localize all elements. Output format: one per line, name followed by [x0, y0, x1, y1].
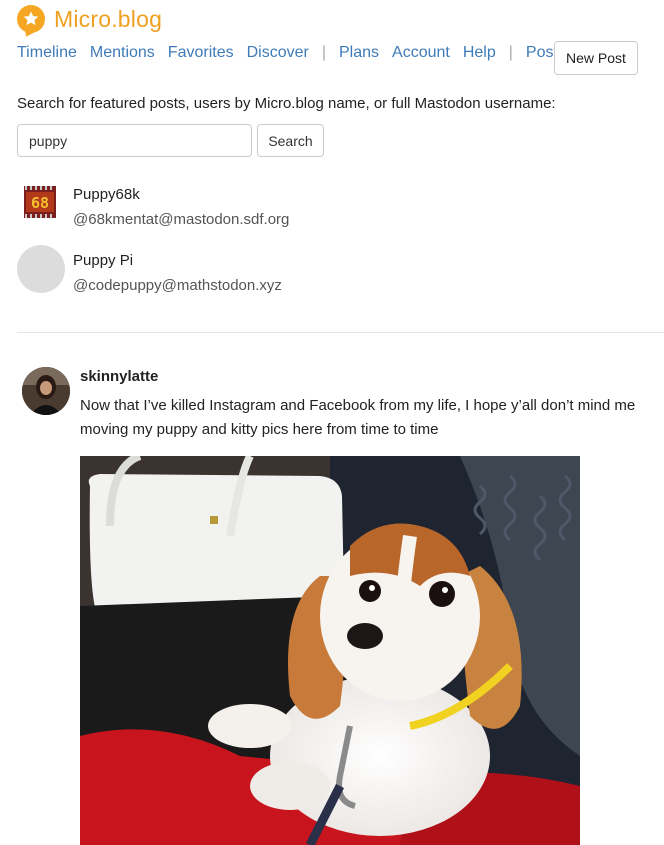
nav-separator: |	[321, 44, 326, 61]
result-name: Puppy68k	[73, 186, 140, 203]
post-text: Now that I’ve killed Instagram and Faceb…	[80, 397, 636, 438]
app-logo[interactable]: Micro.blog	[17, 5, 162, 33]
nav-plans[interactable]: Plans	[339, 44, 379, 62]
result-name: Puppy Pi	[73, 252, 134, 269]
nav-favorites[interactable]: Favorites	[168, 44, 234, 62]
result-handle: @68kmentat@mastodon.sdf.org	[73, 211, 290, 228]
main-nav: Timeline Mentions Favorites Discover | P…	[17, 44, 579, 62]
avatar: 68	[21, 186, 59, 218]
nav-timeline[interactable]: Timeline	[17, 44, 77, 62]
search-input[interactable]	[17, 124, 252, 157]
post-username[interactable]: skinnylatte	[80, 368, 158, 385]
search-prompt: Search for featured posts, users by Micr…	[17, 95, 556, 112]
app-title: Micro.blog	[54, 5, 163, 32]
star-logo-icon	[17, 5, 45, 33]
avatar-text: 68	[31, 194, 49, 212]
divider	[17, 332, 664, 333]
search-button[interactable]: Search	[257, 124, 324, 157]
search-result-user[interactable]: Puppy Pi @codepuppy@mathstodon.xyz	[17, 245, 282, 294]
avatar	[17, 245, 65, 293]
nav-help[interactable]: Help	[463, 44, 496, 62]
nav-separator: |	[508, 44, 513, 61]
post-photo[interactable]	[80, 456, 580, 845]
nav-mentions[interactable]: Mentions	[90, 44, 155, 62]
post-avatar[interactable]	[22, 367, 70, 415]
result-handle: @codepuppy@mathstodon.xyz	[73, 277, 282, 294]
nav-account[interactable]: Account	[392, 44, 450, 62]
nav-discover[interactable]: Discover	[247, 44, 309, 62]
new-post-button[interactable]: New Post	[554, 41, 638, 75]
